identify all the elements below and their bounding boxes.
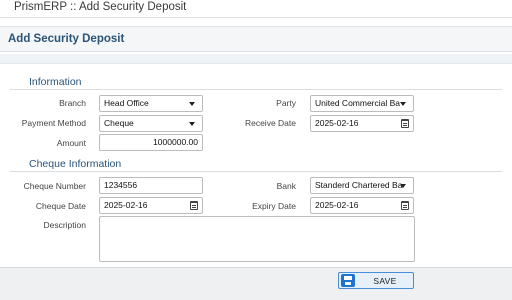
amount-value: 1000000.00 [153, 137, 198, 147]
bank-value: Standerd Chartered Ba [315, 180, 403, 190]
save-button[interactable]: SAVE [338, 272, 414, 289]
save-button-label: SAVE [373, 276, 397, 286]
receive-date-label: Receive Date [244, 118, 296, 128]
party-value: United Commercial Ba [315, 98, 401, 108]
bank-label: Bank [276, 181, 296, 191]
header-strip [0, 54, 512, 64]
chevron-down-icon [189, 102, 195, 106]
window-titlebar: PrismERP :: Add Security Deposit [0, 0, 512, 18]
receive-date-input[interactable]: 2025-02-16 [310, 115, 414, 132]
cheque-date-label: Cheque Date [35, 201, 86, 211]
chevron-down-icon [400, 102, 406, 106]
window-title: PrismERP :: Add Security Deposit [14, 1, 187, 13]
branch-value: Head Office [104, 98, 149, 108]
amount-input[interactable]: 1000000.00 [99, 134, 203, 151]
calendar-icon[interactable] [401, 201, 409, 210]
section-divider [10, 89, 502, 90]
party-label: Party [276, 98, 296, 108]
chevron-down-icon [189, 122, 195, 126]
section-title-information: Information [29, 76, 82, 88]
payment-method-value: Cheque [104, 118, 134, 128]
branch-label: Branch [59, 98, 86, 108]
calendar-icon[interactable] [190, 201, 198, 210]
cheque-date-value: 2025-02-16 [104, 200, 148, 210]
payment-method-select[interactable]: Cheque [99, 115, 203, 132]
page-header: Add Security Deposit [0, 26, 512, 52]
description-textarea[interactable] [99, 216, 415, 262]
amount-label: Amount [56, 138, 86, 148]
section-title-cheque-information: Cheque Information [29, 158, 122, 170]
page-title: Add Security Deposit [8, 33, 125, 45]
payment-method-label: Payment Method [21, 118, 86, 128]
expiry-date-label: Expiry Date [252, 201, 296, 211]
chevron-down-icon [400, 184, 406, 188]
bank-select[interactable]: Standerd Chartered Ba [310, 177, 414, 194]
form-footer: SAVE [0, 267, 512, 300]
cheque-number-label: Cheque Number [23, 181, 86, 191]
cheque-number-input[interactable]: 1234556 [99, 177, 203, 194]
cheque-date-input[interactable]: 2025-02-16 [99, 197, 203, 214]
save-icon [341, 274, 355, 287]
section-divider [10, 171, 502, 172]
calendar-icon[interactable] [401, 119, 409, 128]
description-label: Description [43, 220, 86, 230]
branch-select[interactable]: Head Office [99, 95, 203, 112]
expiry-date-value: 2025-02-16 [315, 200, 359, 210]
party-select[interactable]: United Commercial Ba [310, 95, 414, 112]
expiry-date-input[interactable]: 2025-02-16 [310, 197, 414, 214]
cheque-number-value: 1234556 [104, 180, 138, 190]
receive-date-value: 2025-02-16 [315, 118, 359, 128]
